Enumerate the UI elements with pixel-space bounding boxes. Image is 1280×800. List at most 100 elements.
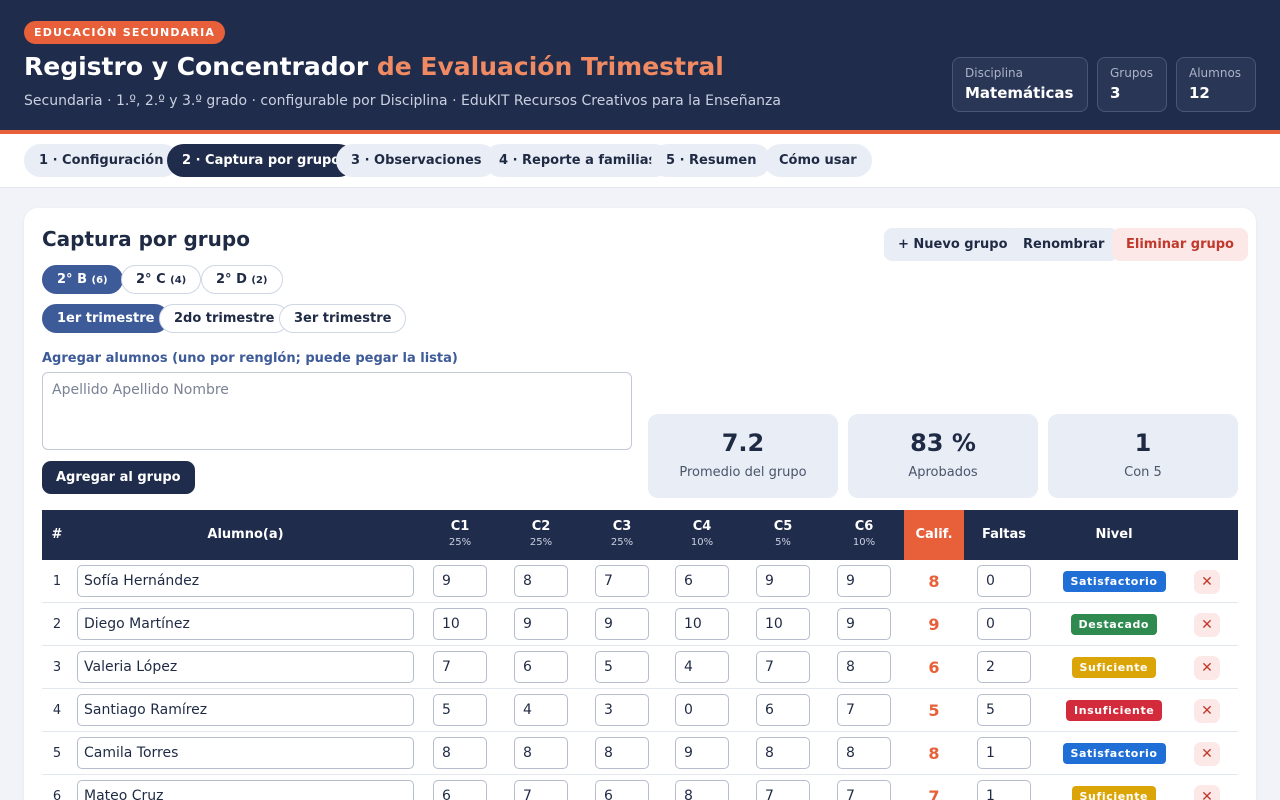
rename-group-button[interactable]: Renombrar bbox=[1009, 228, 1119, 261]
score-input-c5[interactable] bbox=[756, 737, 810, 769]
score-input-c5[interactable] bbox=[756, 694, 810, 726]
group-count: (2) bbox=[251, 275, 268, 286]
tab-resumen[interactable]: 5 · Resumen bbox=[651, 144, 772, 177]
score-input-c2[interactable] bbox=[514, 608, 568, 640]
score-input-c5[interactable] bbox=[756, 565, 810, 597]
row-number: 4 bbox=[52, 703, 62, 718]
student-name-input[interactable] bbox=[77, 651, 414, 683]
delete-row-icon[interactable]: ✕ bbox=[1194, 785, 1220, 800]
student-name-input[interactable] bbox=[77, 565, 414, 597]
kpi-label: Aprobados bbox=[908, 465, 978, 480]
score-input-c4[interactable] bbox=[675, 651, 729, 683]
delete-row-icon[interactable]: ✕ bbox=[1194, 570, 1220, 594]
tab-configuracion[interactable]: 1 · Configuración bbox=[24, 144, 179, 177]
score-input-c3[interactable] bbox=[595, 651, 649, 683]
kpi-label: Promedio del grupo bbox=[679, 465, 807, 480]
criterion-name: C6 bbox=[854, 519, 874, 534]
absences-input[interactable] bbox=[977, 694, 1031, 726]
section-title: Captura por grupo bbox=[42, 227, 250, 251]
score-input-c3[interactable] bbox=[595, 694, 649, 726]
student-name-input[interactable] bbox=[77, 737, 414, 769]
absences-input[interactable] bbox=[977, 737, 1031, 769]
tab-captura-por-grupo[interactable]: 2 · Captura por grupo bbox=[167, 144, 356, 177]
score-input-c4[interactable] bbox=[675, 737, 729, 769]
score-input-c4[interactable] bbox=[675, 608, 729, 640]
trimester-pill-3[interactable]: 3er trimestre bbox=[279, 304, 407, 333]
kpi-value: 7.2 bbox=[721, 429, 765, 457]
score-input-c2[interactable] bbox=[514, 780, 568, 800]
table-row: 3 6 Suficiente ✕ bbox=[42, 646, 1238, 689]
group-name: 2° C bbox=[136, 272, 166, 287]
score-input-c5[interactable] bbox=[756, 608, 810, 640]
score-input-c5[interactable] bbox=[756, 780, 810, 800]
header-c2: C2 25% bbox=[514, 510, 568, 560]
delete-group-button[interactable]: Eliminar grupo bbox=[1112, 228, 1248, 261]
score-input-c1[interactable] bbox=[433, 737, 487, 769]
level-badge: Destacado bbox=[1070, 614, 1158, 635]
score-input-c4[interactable] bbox=[675, 565, 729, 597]
delete-row-icon[interactable]: ✕ bbox=[1194, 699, 1220, 723]
group-name: 2° D bbox=[216, 272, 247, 287]
score-input-c3[interactable] bbox=[595, 608, 649, 640]
group-pill-2c[interactable]: 2° C (4) bbox=[121, 265, 202, 294]
score-input-c6[interactable] bbox=[837, 651, 891, 683]
score-input-c1[interactable] bbox=[433, 565, 487, 597]
score-input-c4[interactable] bbox=[675, 780, 729, 800]
page-subtitle: Secundaria · 1.º, 2.º y 3.º grado · conf… bbox=[24, 93, 781, 109]
stat-value: 12 bbox=[1189, 84, 1210, 102]
score-input-c4[interactable] bbox=[675, 694, 729, 726]
tab-reporte-familias[interactable]: 4 · Reporte a familias bbox=[484, 144, 672, 177]
score-input-c2[interactable] bbox=[514, 737, 568, 769]
score-input-c3[interactable] bbox=[595, 737, 649, 769]
group-name: 2° B bbox=[57, 272, 87, 287]
group-pill-2b[interactable]: 2° B (6) bbox=[42, 265, 123, 294]
absences-input[interactable] bbox=[977, 608, 1031, 640]
score-input-c3[interactable] bbox=[595, 780, 649, 800]
score-input-c3[interactable] bbox=[595, 565, 649, 597]
tab-observaciones[interactable]: 3 · Observaciones bbox=[336, 144, 497, 177]
header-c5: C5 5% bbox=[756, 510, 810, 560]
group-pill-2d[interactable]: 2° D (2) bbox=[201, 265, 283, 294]
add-to-group-button[interactable]: Agregar al grupo bbox=[42, 461, 195, 494]
add-students-textarea[interactable] bbox=[42, 372, 632, 450]
score-input-c1[interactable] bbox=[433, 694, 487, 726]
score-input-c1[interactable] bbox=[433, 608, 487, 640]
score-input-c2[interactable] bbox=[514, 565, 568, 597]
header-faltas: Faltas bbox=[981, 527, 1027, 542]
student-name-input[interactable] bbox=[77, 608, 414, 640]
score-input-c6[interactable] bbox=[837, 608, 891, 640]
score-input-c6[interactable] bbox=[837, 737, 891, 769]
score-input-c5[interactable] bbox=[756, 651, 810, 683]
level-badge: EDUCACIÓN SECUNDARIA bbox=[24, 21, 226, 44]
header-nivel: Nivel bbox=[1095, 527, 1133, 542]
delete-row-icon[interactable]: ✕ bbox=[1194, 742, 1220, 766]
score-input-c2[interactable] bbox=[514, 694, 568, 726]
absences-input[interactable] bbox=[977, 565, 1031, 597]
criterion-name: C4 bbox=[692, 519, 712, 534]
level-badge: Suficiente bbox=[1071, 657, 1157, 678]
delete-row-icon[interactable]: ✕ bbox=[1194, 656, 1220, 680]
title-main: Registro y Concentrador bbox=[24, 52, 377, 81]
absences-input[interactable] bbox=[977, 780, 1031, 800]
row-number: 1 bbox=[52, 574, 62, 589]
score-input-c2[interactable] bbox=[514, 651, 568, 683]
header-c4: C4 10% bbox=[675, 510, 729, 560]
table-row: 2 9 Destacado ✕ bbox=[42, 603, 1238, 646]
trimester-pill-1[interactable]: 1er trimestre bbox=[42, 304, 170, 333]
student-name-input[interactable] bbox=[77, 694, 414, 726]
absences-input[interactable] bbox=[977, 651, 1031, 683]
kpi-value: 83 % bbox=[910, 429, 976, 457]
final-grade: 8 bbox=[928, 572, 940, 591]
delete-row-icon[interactable]: ✕ bbox=[1194, 613, 1220, 637]
stat-label: Alumnos bbox=[1189, 66, 1242, 80]
trimester-pill-2[interactable]: 2do trimestre bbox=[159, 304, 290, 333]
score-input-c1[interactable] bbox=[433, 651, 487, 683]
new-group-button[interactable]: + Nuevo grupo bbox=[884, 228, 1022, 261]
score-input-c6[interactable] bbox=[837, 694, 891, 726]
score-input-c1[interactable] bbox=[433, 780, 487, 800]
score-input-c6[interactable] bbox=[837, 565, 891, 597]
student-name-input[interactable] bbox=[77, 780, 414, 800]
tab-como-usar[interactable]: Cómo usar bbox=[764, 144, 872, 177]
score-input-c6[interactable] bbox=[837, 780, 891, 800]
kpi-con-5: 1 Con 5 bbox=[1048, 414, 1238, 498]
